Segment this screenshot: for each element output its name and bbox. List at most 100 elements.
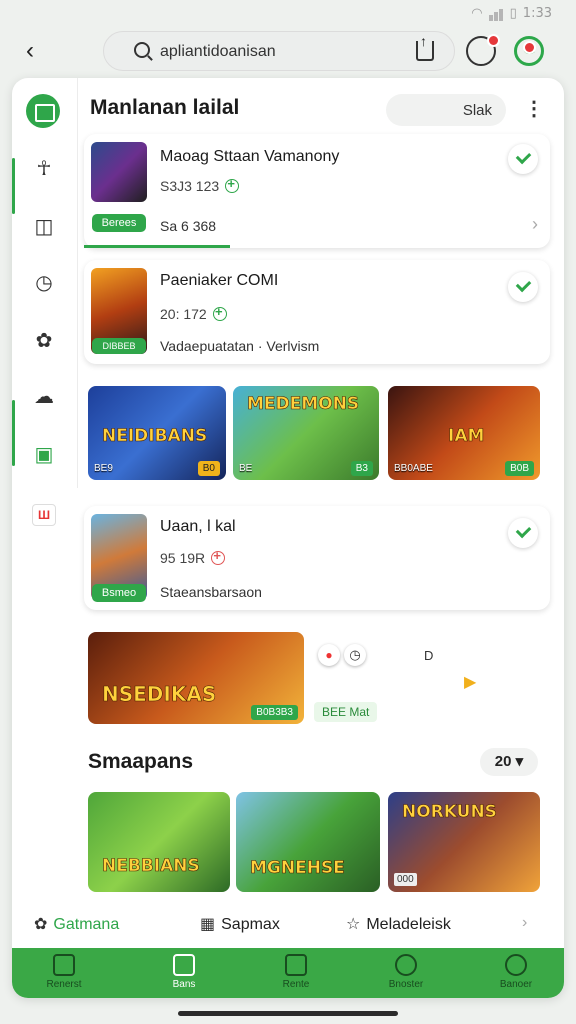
tile-label: BB0ABE [394, 463, 433, 474]
gamepad-icon: ✿ [34, 914, 48, 933]
game-card[interactable]: DIBBEB Paeniaker COMI 20: 172 Vadaepuata… [84, 260, 550, 364]
check-icon[interactable] [508, 144, 538, 174]
status-time: 1:33 [522, 6, 552, 21]
game-meta-text: S3J3 123 [160, 178, 220, 194]
sidebar-accent-active [12, 400, 15, 466]
sidebar-cloud-icon[interactable]: ☁ [32, 384, 56, 408]
more-options-icon[interactable]: ⋮ [524, 96, 544, 122]
tile-title: IAM [448, 426, 485, 447]
bottom-nav: Renerst Bans Rente Bnoster Banoer [12, 948, 564, 998]
game-tag: Bsmeo [92, 584, 146, 602]
notification-bell-icon[interactable] [466, 34, 500, 66]
tile-title: MEDEMONS [247, 394, 360, 415]
tile-label: BE [239, 463, 253, 474]
count-value: 20 [494, 753, 512, 770]
game-tile[interactable]: NORKUNS 000 [388, 792, 540, 892]
sidebar-accent [12, 158, 15, 214]
page-title: Manlanan lailal [90, 96, 240, 119]
game-tile[interactable]: NEIDIBANS BE9 B0 [88, 386, 226, 480]
add-icon[interactable] [211, 548, 226, 565]
tile-title: MGNEHSE [250, 858, 345, 879]
nav-bans[interactable]: Bans [144, 954, 224, 990]
game-meta: S3J3 123 [160, 176, 240, 194]
game-thumbnail [91, 142, 147, 202]
promo-chip: BEE Mat [314, 702, 378, 722]
quick-links: ✿ Gatmana ▦ Sapmax ☆ Meladeleisk › [12, 902, 564, 946]
main-panel: ☥ ◫ ◷ ✿ ☁ ▣ Ш Manlanan lailal Slak ⋮ Mao… [12, 78, 564, 998]
home-indicator[interactable] [178, 1011, 398, 1016]
chevron-right-icon[interactable]: › [532, 214, 538, 235]
sidebar-clock-icon[interactable]: ◷ [32, 270, 56, 294]
game-meta: 95 19R [160, 548, 226, 566]
add-icon[interactable] [212, 304, 227, 321]
link-gatmana[interactable]: ✿ Gatmana [34, 914, 119, 934]
status-bar: ◠ ▯ 1:33 [0, 0, 576, 28]
account-icon[interactable]: G [514, 36, 544, 66]
nav-renerst[interactable]: Renerst [24, 954, 104, 990]
cursor-icon: ▶ [464, 674, 477, 691]
game-tile[interactable]: IAM BB0ABE B0B [388, 386, 540, 480]
count-dropdown[interactable]: 20 ▾ [480, 748, 538, 776]
nav-banoer[interactable]: Banoer [476, 954, 556, 990]
sidebar-person-icon[interactable]: ☥ [32, 156, 56, 180]
tile-label: BE9 [94, 463, 113, 474]
promo-title: NSEDIKAS [102, 682, 217, 707]
nav-bonus-icon [395, 954, 417, 976]
notification-badge [487, 34, 500, 47]
game-card[interactable]: Bsmeo Uaan, l kal 95 19R Staeansbarsaon [84, 506, 550, 610]
game-meta-text: 20: 172 [160, 306, 207, 322]
promo-badge: B0B3B3 [251, 705, 298, 720]
sidebar-puzzle-icon[interactable]: ✿ [32, 328, 56, 352]
status-icons: ◠ ▯ 1:33 [471, 6, 552, 21]
chevron-right-icon[interactable]: › [522, 914, 527, 932]
header-pill-label: Slak [462, 102, 492, 119]
sidebar-store-icon[interactable]: Ш [32, 504, 56, 526]
search-icon [134, 42, 150, 58]
app-logo-icon[interactable] [26, 94, 60, 128]
header-filter-pill[interactable]: Slak [386, 94, 506, 126]
tile-badge: B0 [197, 461, 220, 476]
tile-title: NEIDIBANS [102, 426, 208, 447]
game-title: Maoag Sttaan Vamanony [160, 148, 340, 165]
link-meladeleisk[interactable]: ☆ Meladeleisk [346, 914, 451, 934]
nav-library-icon [53, 954, 75, 976]
check-icon[interactable] [508, 272, 538, 302]
star-icon: ☆ [346, 914, 361, 933]
promo-banner[interactable]: NSEDIKAS B0B3B3 [88, 632, 304, 724]
nav-label: Bnoster [388, 979, 424, 990]
nav-label: Rente [282, 979, 310, 990]
wifi-icon: ◠ [471, 6, 483, 21]
link-label: Gatmana [53, 916, 120, 933]
nav-label: Banoer [499, 979, 533, 990]
game-subtitle: Vadaepuatatan · Verlvism [160, 338, 320, 354]
game-tile[interactable]: MGNEHSE [236, 792, 380, 892]
back-arrow-icon[interactable]: ‹ [26, 36, 56, 66]
game-meta-text: 95 19R [160, 550, 206, 566]
sidebar-bag-icon[interactable]: ▣ [32, 442, 56, 466]
nav-label: Bans [172, 979, 196, 990]
link-sapmax[interactable]: ▦ Sapmax [200, 914, 280, 934]
add-icon[interactable] [225, 176, 240, 193]
game-tile[interactable]: MEDEMONS BE B3 [233, 386, 379, 480]
link-label: Sapmax [221, 916, 280, 933]
top-bar: ‹ apliantidoanisan G [0, 28, 576, 76]
tile-badge: B0B [505, 461, 534, 476]
game-card[interactable]: Maoag Sttaan Vamanony S3J3 123 Berees Sa… [84, 134, 550, 248]
address-bar[interactable]: apliantidoanisan [103, 31, 455, 71]
tile-badge: B3 [350, 461, 373, 476]
game-tile[interactable]: NEBBIANS [88, 792, 230, 892]
nav-bnoster[interactable]: Bnoster [366, 954, 446, 990]
tile-title: NORKUNS [402, 802, 498, 823]
timer-icon[interactable]: ◷ [344, 644, 366, 666]
promo-letter: D [424, 648, 434, 663]
link-label: Meladeleisk [366, 916, 451, 933]
check-icon[interactable] [508, 518, 538, 548]
share-icon[interactable] [416, 33, 434, 61]
nav-rente[interactable]: Rente [256, 954, 336, 990]
signal-icon [488, 6, 504, 21]
sidebar-camera-icon[interactable]: ◫ [32, 214, 56, 238]
game-tag: DIBBEB [92, 338, 146, 354]
record-icon[interactable]: ● [318, 644, 340, 666]
game-title: Paeniaker COMI [160, 272, 279, 289]
game-subtitle: Staeansbarsaon [160, 584, 262, 600]
